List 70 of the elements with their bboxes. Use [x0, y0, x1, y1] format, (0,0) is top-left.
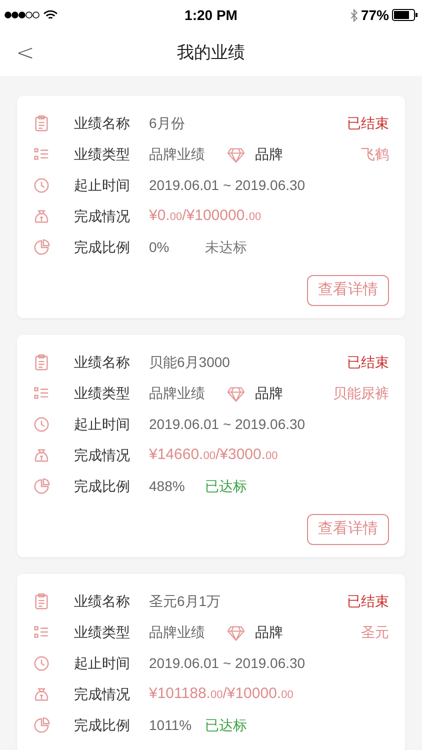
pie-chart-icon [33, 478, 50, 495]
amount-text: ¥0.00/¥100000.00 [149, 206, 262, 226]
field-label: 业绩名称 [74, 353, 131, 372]
date-range: 2019.06.01 ~ 2019.06.30 [149, 176, 306, 195]
bluetooth-icon [350, 8, 358, 22]
diamond-icon [227, 386, 245, 402]
ratio-text: 1011% [149, 716, 193, 735]
field-label: 业绩类型 [74, 384, 131, 403]
field-label: 业绩名称 [74, 592, 131, 611]
status-text: 已结束 [347, 114, 389, 133]
pie-chart-icon [33, 239, 50, 256]
field-value: 品牌业绩 [149, 145, 206, 164]
money-bag-icon [33, 686, 50, 703]
amount-text: ¥14660.00/¥3000.00 [149, 445, 278, 466]
back-button[interactable]: < [16, 36, 34, 70]
field-label: 完成情况 [74, 207, 131, 226]
field-label: 完成情况 [74, 446, 131, 465]
field-value: 品牌业绩 [149, 384, 206, 403]
status-text: 已结束 [347, 353, 389, 372]
clock-icon [33, 655, 50, 672]
date-range: 2019.06.01 ~ 2019.06.30 [149, 415, 306, 434]
ratio-text: 0% [149, 238, 170, 257]
amount-text: ¥101188.00/¥10000.00 [149, 684, 294, 704]
clock-icon [33, 416, 50, 433]
field-label: 业绩名称 [74, 114, 131, 133]
category-text: 品牌 [255, 145, 283, 164]
ratio-text: 488% [149, 477, 186, 496]
details-button[interactable]: 查看详情 [307, 514, 389, 545]
field-label: 完成情况 [74, 685, 131, 704]
clipboard-icon [33, 593, 50, 610]
field-label: 完成比例 [74, 716, 131, 735]
pie-chart-icon [33, 717, 50, 734]
page-title: 我的业绩 [177, 42, 245, 64]
field-label: 起止时间 [74, 415, 131, 434]
field-label: 完成比例 [74, 238, 131, 257]
list-icon [33, 146, 50, 163]
field-value: 圣元6月1万 [149, 592, 221, 611]
battery-percent: 77% [360, 6, 389, 24]
diamond-icon [227, 146, 245, 162]
wifi-icon [43, 10, 58, 20]
battery-icon [392, 9, 418, 21]
brand-text: 贝能尿裤 [333, 384, 389, 403]
field-label: 起止时间 [74, 176, 131, 195]
clock-icon [33, 177, 50, 194]
field-value: 品牌业绩 [149, 623, 206, 642]
category-text: 品牌 [255, 623, 283, 642]
brand-text: 圣元 [361, 623, 389, 642]
field-label: 完成比例 [74, 477, 131, 496]
target-status: 已达标 [205, 477, 247, 496]
category-text: 品牌 [255, 384, 283, 403]
clipboard-icon [33, 115, 50, 132]
target-status: 已达标 [205, 716, 247, 735]
status-text: 已结束 [347, 592, 389, 611]
target-status: 未达标 [205, 238, 247, 257]
diamond-icon [227, 624, 245, 640]
status-time: 1:20 PM [184, 6, 238, 24]
list-icon [33, 624, 50, 641]
details-button[interactable]: 查看详情 [307, 275, 389, 306]
field-label: 业绩类型 [74, 145, 131, 164]
money-bag-icon [33, 447, 50, 464]
signal-icon [4, 11, 40, 19]
date-range: 2019.06.01 ~ 2019.06.30 [149, 654, 306, 673]
field-value: 6月份 [149, 114, 185, 133]
field-value: 贝能6月3000 [149, 353, 230, 372]
brand-text: 飞鹤 [361, 145, 389, 164]
field-label: 起止时间 [74, 654, 131, 673]
money-bag-icon [33, 208, 50, 225]
list-icon [33, 385, 50, 402]
field-label: 业绩类型 [74, 623, 131, 642]
clipboard-icon [33, 354, 50, 371]
